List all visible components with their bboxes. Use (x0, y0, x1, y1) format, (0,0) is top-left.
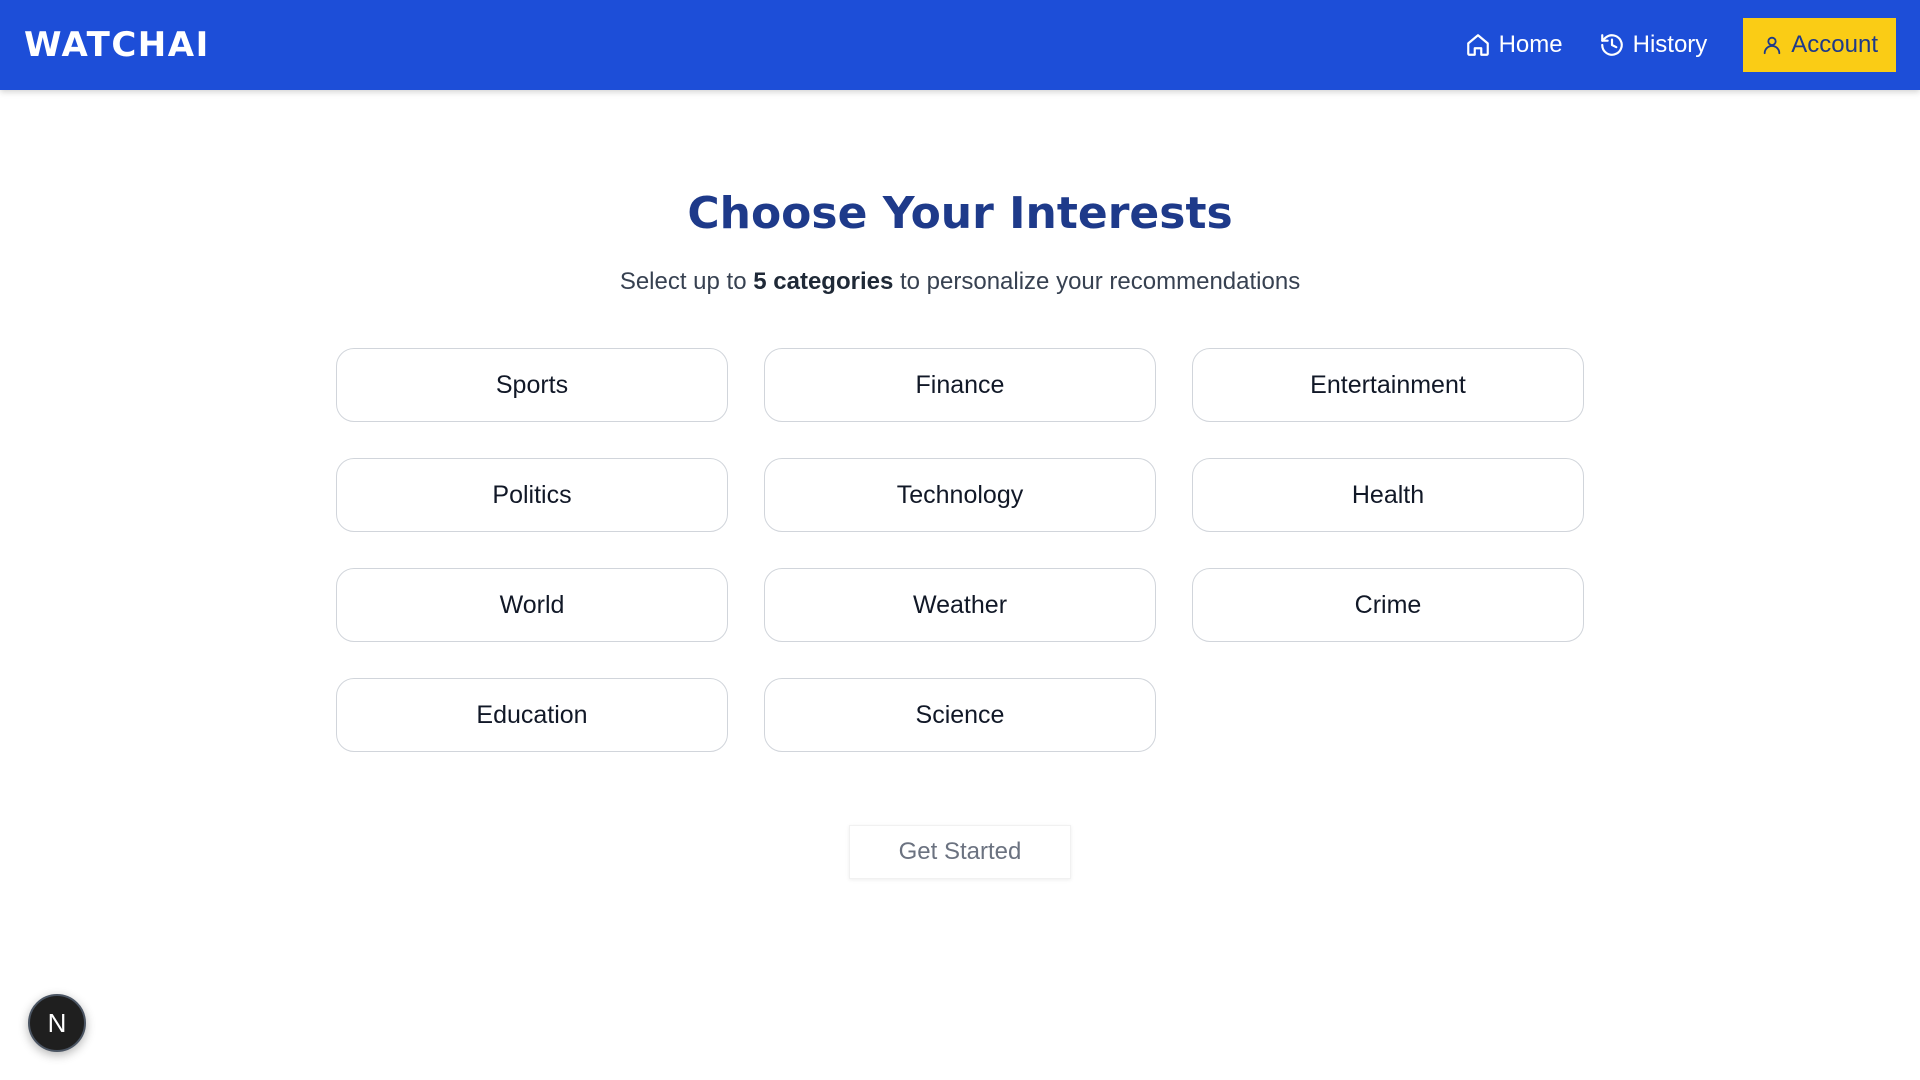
get-started-button[interactable]: Get Started (849, 825, 1071, 879)
subtitle-emphasis: 5 categories (753, 268, 894, 295)
nav-history-link[interactable]: History (1599, 31, 1708, 59)
page-title: Choose Your Interests (687, 188, 1233, 239)
category-button-technology[interactable]: Technology (764, 458, 1156, 532)
home-icon (1466, 34, 1489, 56)
top-navbar: WATCHAI Home History Account (0, 0, 1920, 90)
category-button-politics[interactable]: Politics (336, 458, 728, 532)
user-icon (1764, 36, 1781, 55)
nav-home-link[interactable]: Home (1465, 31, 1563, 59)
nav-home-label: Home (1498, 31, 1563, 58)
nav-history-label: History (1632, 31, 1708, 58)
brand-logo[interactable]: WATCHAI (24, 25, 210, 65)
category-button-crime[interactable]: Crime (1192, 568, 1584, 642)
subtitle-suffix: to personalize your recommendations (893, 268, 1301, 295)
category-button-health[interactable]: Health (1192, 458, 1584, 532)
history-icon (1600, 34, 1623, 56)
subtitle-prefix: Select up to (619, 268, 754, 295)
nav-menu: Home History Account (1429, 0, 1896, 90)
category-button-world[interactable]: World (336, 568, 728, 642)
category-button-education[interactable]: Education (336, 678, 728, 752)
page-subtitle: Select up to 5 categories to personalize… (0, 268, 1920, 296)
account-button[interactable]: Account (1743, 18, 1896, 72)
dev-tools-badge[interactable]: N (28, 994, 86, 1052)
category-grid: Sports Finance Entertainment Politics Te… (336, 348, 1584, 752)
category-button-weather[interactable]: Weather (764, 568, 1156, 642)
category-button-science[interactable]: Science (764, 678, 1156, 752)
category-button-entertainment[interactable]: Entertainment (1192, 348, 1584, 422)
account-button-label: Account (1791, 31, 1878, 58)
category-button-sports[interactable]: Sports (336, 348, 728, 422)
category-button-finance[interactable]: Finance (764, 348, 1156, 422)
